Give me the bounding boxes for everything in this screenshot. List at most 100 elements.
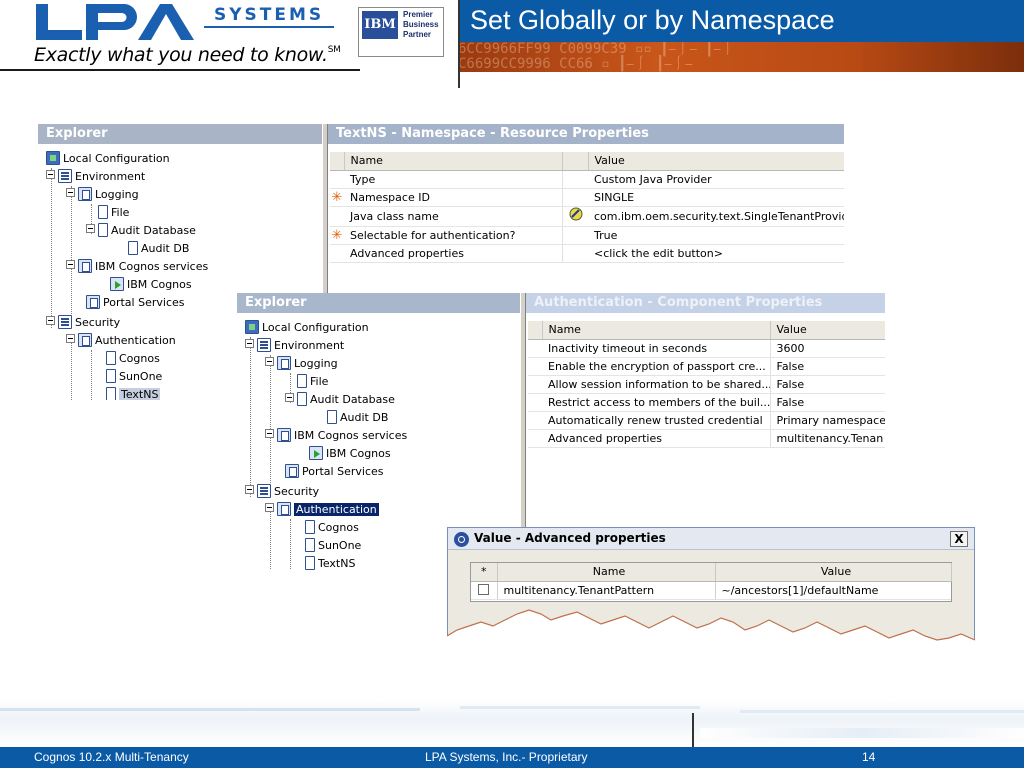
tree-item-file[interactable]: File (98, 204, 129, 222)
collapse-toggle-icon[interactable] (285, 393, 294, 402)
collapse-toggle-icon[interactable] (46, 316, 55, 325)
tree-item-portal-services[interactable]: Portal Services (285, 463, 384, 481)
collapse-toggle-icon[interactable] (46, 170, 55, 179)
dialog-title-bar[interactable]: Value - Advanced properties X (448, 528, 974, 550)
property-value[interactable]: 3600 (769, 339, 885, 358)
tree-item-local-configuration[interactable]: Local Configuration (46, 150, 170, 168)
tree-item-ibm-cognos-services[interactable]: IBM Cognos services (265, 427, 407, 445)
tree-item-audit-database[interactable]: Audit Database (86, 222, 196, 240)
component-icon (78, 187, 92, 201)
page-icon (98, 205, 108, 219)
property-name: Enable the encryption of passport cre... (542, 357, 770, 376)
tree-item-ibm-cognos-services[interactable]: IBM Cognos services (66, 258, 208, 276)
edit-cell (561, 226, 588, 245)
page-icon (106, 369, 116, 383)
table-row[interactable]: multitenancy.TenantPattern ~/ancestors[1… (471, 581, 951, 600)
stack-icon (257, 338, 271, 352)
tree-item-audit-db[interactable]: Audit DB (128, 240, 189, 258)
tree-item-audit-database[interactable]: Audit Database (285, 391, 395, 409)
edit-link-icon[interactable] (569, 207, 583, 221)
page-icon (297, 374, 307, 388)
tree-item-environment[interactable]: Environment (46, 168, 145, 186)
table-row[interactable]: Advanced properties multitenancy.Tenan (528, 429, 885, 448)
column-header-name[interactable]: Name (542, 321, 771, 340)
tree-item-file[interactable]: File (297, 373, 328, 391)
tree-item-cognos[interactable]: Cognos (106, 350, 160, 368)
tree-item-textns[interactable]: TextNS (305, 555, 355, 570)
row-checkbox[interactable] (478, 583, 490, 595)
component-icon (277, 356, 291, 370)
property-name: Java class name (344, 206, 562, 227)
slide-header: SYSTEMS Exactly what you need to know.SM… (0, 0, 1024, 88)
tree-item-logging[interactable]: Logging (66, 186, 139, 204)
property-name: Selectable for authentication? (344, 226, 562, 245)
collapse-toggle-icon[interactable] (86, 224, 95, 233)
component-icon (86, 295, 100, 309)
tree-item-cognos[interactable]: Cognos (305, 519, 359, 537)
tree-item-local-configuration[interactable]: Local Configuration (245, 319, 369, 337)
collapse-toggle-icon[interactable] (265, 503, 274, 512)
column-header-name[interactable]: Name (344, 152, 563, 171)
tree-item-security[interactable]: Security (245, 483, 319, 501)
service-icon (309, 446, 323, 460)
tree-item-authentication[interactable]: Authentication (66, 332, 176, 350)
edit-cell[interactable] (561, 206, 588, 227)
tree-item-textns[interactable]: TextNS (106, 386, 161, 400)
required-asterisk-icon: ✳ (331, 227, 343, 243)
property-value[interactable]: Primary namespace (769, 411, 885, 430)
component-properties-grid: Name Value Inactivity timeout in seconds… (528, 321, 885, 448)
property-value[interactable]: Custom Java Provider (588, 170, 844, 189)
collapse-toggle-icon[interactable] (265, 429, 274, 438)
tree-item-sunone[interactable]: SunOne (305, 537, 361, 555)
tree-item-authentication[interactable]: Authentication (265, 501, 379, 519)
property-value[interactable]: SINGLE (588, 188, 844, 207)
table-row[interactable]: Enable the encryption of passport cre...… (528, 357, 885, 376)
tree-item-environment[interactable]: Environment (245, 337, 344, 355)
column-header-value[interactable]: Value (715, 563, 952, 582)
table-row[interactable]: Java class name com.ibm.oem.security.tex… (330, 206, 844, 227)
property-value[interactable]: False (769, 393, 885, 412)
column-header-value[interactable]: Value (588, 152, 844, 171)
footer-divider (692, 713, 694, 747)
table-row[interactable]: Type Custom Java Provider (330, 170, 844, 189)
table-row[interactable]: Allow session information to be shared..… (528, 375, 885, 394)
collapse-toggle-icon[interactable] (265, 357, 274, 366)
property-name[interactable]: multitenancy.TenantPattern (497, 581, 716, 600)
required-marker (330, 244, 344, 263)
collapse-toggle-icon[interactable] (245, 339, 254, 348)
collapse-toggle-icon[interactable] (245, 485, 254, 494)
close-button[interactable]: X (950, 531, 968, 547)
property-name: Allow session information to be shared..… (542, 375, 770, 394)
column-header-marker (528, 321, 543, 340)
tree-item-ibm-cognos[interactable]: IBM Cognos (309, 445, 391, 463)
table-row[interactable]: Inactivity timeout in seconds 3600 (528, 339, 885, 358)
collapse-toggle-icon[interactable] (66, 260, 75, 269)
column-header-name[interactable]: Name (497, 563, 716, 582)
tree-item-portal-services[interactable]: Portal Services (86, 294, 185, 312)
tree-item-audit-db[interactable]: Audit DB (327, 409, 388, 427)
table-row[interactable]: ✳ Selectable for authentication? True (330, 226, 844, 245)
component-icon (277, 502, 291, 516)
tree-item-security[interactable]: Security (46, 314, 120, 332)
property-value[interactable]: False (769, 375, 885, 394)
title-band: Set Globally or by Namespace (458, 0, 1024, 42)
column-header-value[interactable]: Value (770, 321, 885, 340)
tree-item-ibm-cognos[interactable]: IBM Cognos (110, 276, 192, 294)
property-value[interactable]: False (769, 357, 885, 376)
explorer-pane-title: Explorer (38, 124, 322, 144)
property-value[interactable]: True (588, 226, 844, 245)
tree-item-logging[interactable]: Logging (265, 355, 338, 373)
property-value[interactable]: com.ibm.oem.security.text.SingleTenantPr… (588, 206, 844, 227)
tree-item-sunone[interactable]: SunOne (106, 368, 162, 386)
collapse-toggle-icon[interactable] (66, 188, 75, 197)
property-value[interactable]: multitenancy.Tenan (769, 429, 885, 448)
property-value[interactable]: ~/ancestors[1]/defaultName (715, 581, 951, 600)
table-row[interactable]: Automatically renew trusted credential Pr… (528, 411, 885, 430)
column-header-select[interactable]: * (471, 563, 498, 582)
table-row[interactable]: Advanced properties <click the edit butt… (330, 244, 844, 263)
property-value[interactable]: <click the edit button> (588, 244, 844, 263)
collapse-toggle-icon[interactable] (66, 334, 75, 343)
table-row[interactable]: ✳ Namespace ID SINGLE (330, 188, 844, 207)
table-row[interactable]: Restrict access to members of the buil..… (528, 393, 885, 412)
row-select-cell[interactable] (471, 581, 498, 600)
